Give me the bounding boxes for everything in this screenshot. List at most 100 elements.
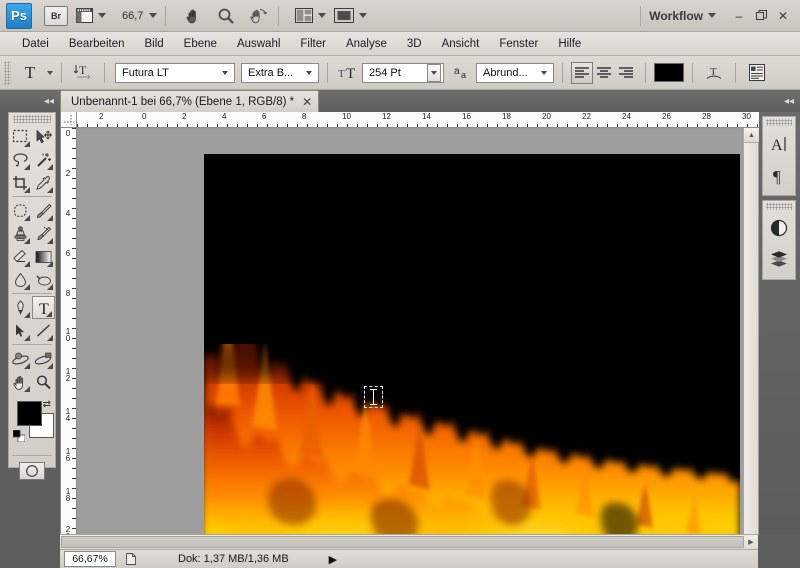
tool-magic-wand[interactable] bbox=[32, 148, 55, 171]
launch-bridge-button[interactable]: Br bbox=[44, 5, 68, 26]
tool-flyout-indicator[interactable] bbox=[47, 284, 53, 290]
font-family-select[interactable]: Futura LT bbox=[115, 62, 235, 83]
paragraph-panel-button[interactable]: ¶ bbox=[763, 160, 795, 192]
tool-eyedropper[interactable] bbox=[32, 171, 55, 194]
tool-flyout-indicator[interactable] bbox=[24, 386, 30, 392]
restore-button[interactable] bbox=[750, 5, 772, 27]
status-expand-button[interactable]: ▶ bbox=[329, 553, 337, 566]
tool-3d-orbit[interactable] bbox=[32, 347, 55, 370]
tool-3d-rotate[interactable] bbox=[9, 347, 32, 370]
tool-hand[interactable] bbox=[9, 370, 32, 393]
workspace-switcher[interactable]: Workflow bbox=[649, 9, 716, 23]
tool-path-selection[interactable] bbox=[9, 319, 32, 342]
status-info-icon[interactable] bbox=[120, 551, 142, 567]
canvas-scroll-area[interactable] bbox=[78, 129, 759, 535]
adjust-layers-gripper[interactable] bbox=[766, 203, 792, 210]
toolbox-gripper[interactable] bbox=[13, 115, 51, 123]
tool-flyout-indicator[interactable] bbox=[46, 311, 52, 317]
tool-clone-stamp[interactable] bbox=[9, 222, 32, 245]
align-left-button[interactable] bbox=[571, 61, 593, 84]
menu-fenster[interactable]: Fenster bbox=[489, 34, 548, 54]
font-family-chevron-down-icon[interactable] bbox=[218, 70, 232, 75]
collapse-right-dock-button[interactable]: ◂◂ bbox=[758, 90, 800, 112]
antialias-chevron-down-icon[interactable] bbox=[537, 70, 551, 75]
tool-dodge[interactable] bbox=[32, 268, 55, 291]
tool-crop[interactable] bbox=[9, 171, 32, 194]
tool-flyout-indicator[interactable] bbox=[47, 335, 53, 341]
tool-zoom[interactable] bbox=[32, 370, 55, 393]
document-tab[interactable]: Unbenannt-1 bei 66,7% (Ebene 1, RGB/8) *… bbox=[60, 90, 320, 112]
align-center-button[interactable] bbox=[593, 62, 615, 84]
tool-flyout-indicator[interactable] bbox=[24, 141, 30, 147]
align-right-button[interactable] bbox=[615, 62, 637, 84]
tool-type[interactable]: T bbox=[32, 296, 55, 319]
options-bar-gripper[interactable] bbox=[4, 60, 11, 85]
zoom-chevron-down-icon[interactable] bbox=[149, 13, 158, 18]
tool-blur[interactable] bbox=[9, 268, 32, 291]
font-size-chevron-down-icon[interactable] bbox=[427, 63, 441, 82]
font-style-select[interactable]: Extra B... bbox=[241, 62, 319, 83]
minimize-button[interactable]: – bbox=[728, 5, 750, 27]
tool-preset-chevron-down-icon[interactable] bbox=[47, 70, 53, 75]
horizontal-ruler[interactable]: 2 0 2 4 6 8 10 12 14 16 18 20 22 24 26 2… bbox=[77, 112, 759, 128]
layers-panel-button[interactable] bbox=[763, 244, 795, 276]
scroll-right-button[interactable]: ▶ bbox=[744, 535, 758, 549]
adjustments-panel-button[interactable] bbox=[763, 212, 795, 244]
toggle-text-orientation-button[interactable]: T bbox=[70, 61, 96, 85]
zoom-tool-button[interactable] bbox=[214, 4, 238, 28]
tool-gradient[interactable] bbox=[32, 245, 55, 268]
tool-flyout-indicator[interactable] bbox=[24, 187, 30, 193]
vertical-ruler[interactable]: 0 2 4 6 8 10 12 14 16 18 20 bbox=[61, 128, 77, 535]
screen-mode-chevron-down-icon[interactable] bbox=[359, 13, 368, 18]
tool-flyout-indicator[interactable] bbox=[24, 261, 30, 267]
menu-auswahl[interactable]: Auswahl bbox=[227, 34, 290, 54]
foreground-color-swatch[interactable] bbox=[17, 401, 42, 426]
tool-move[interactable] bbox=[32, 125, 55, 148]
zoom-level-value[interactable]: 66,7 bbox=[122, 10, 143, 22]
tool-flyout-indicator[interactable] bbox=[47, 363, 53, 369]
view-extras-chevron-down-icon[interactable] bbox=[98, 13, 106, 18]
h-scroll-thumb[interactable] bbox=[61, 536, 744, 548]
text-color-swatch[interactable] bbox=[654, 63, 684, 82]
close-button[interactable]: ✕ bbox=[772, 5, 794, 27]
menu-datei[interactable]: Datei bbox=[12, 34, 59, 54]
tool-healing-brush[interactable] bbox=[9, 199, 32, 222]
view-extras-button[interactable] bbox=[76, 4, 106, 28]
tool-flyout-indicator[interactable] bbox=[47, 164, 53, 170]
photoshop-logo-icon[interactable]: Ps bbox=[6, 2, 32, 29]
menu-analyse[interactable]: Analyse bbox=[336, 34, 397, 54]
document-tab-close-icon[interactable]: ✕ bbox=[302, 95, 312, 109]
tool-marquee[interactable] bbox=[9, 125, 32, 148]
screen-mode-button[interactable] bbox=[334, 4, 368, 28]
quick-mask-toggle-button[interactable] bbox=[19, 462, 45, 480]
menu-ebene[interactable]: Ebene bbox=[174, 34, 227, 54]
menu-bearbeiten[interactable]: Bearbeiten bbox=[59, 34, 135, 54]
tool-flyout-indicator[interactable] bbox=[24, 215, 30, 221]
arrange-documents-button[interactable] bbox=[295, 4, 327, 28]
collapse-left-dock-button[interactable]: ◂◂ bbox=[0, 90, 60, 112]
tool-eraser[interactable] bbox=[9, 245, 32, 268]
font-size-select[interactable]: 254 Pt bbox=[362, 62, 444, 83]
hand-tool-button[interactable] bbox=[182, 4, 206, 28]
menu-bild[interactable]: Bild bbox=[134, 34, 173, 54]
tool-flyout-indicator[interactable] bbox=[47, 261, 53, 267]
tool-flyout-indicator[interactable] bbox=[47, 238, 53, 244]
tool-flyout-indicator[interactable] bbox=[24, 363, 30, 369]
scroll-up-button[interactable]: ▲ bbox=[744, 128, 759, 143]
tool-flyout-indicator[interactable] bbox=[24, 284, 30, 290]
tool-history-brush[interactable] bbox=[32, 222, 55, 245]
tool-flyout-indicator[interactable] bbox=[47, 187, 53, 193]
default-colors-icon[interactable] bbox=[12, 429, 26, 443]
warp-text-button[interactable]: T bbox=[701, 61, 727, 85]
menu-hilfe[interactable]: Hilfe bbox=[548, 34, 591, 54]
tool-flyout-indicator[interactable] bbox=[24, 335, 30, 341]
arrange-chevron-down-icon[interactable] bbox=[318, 13, 327, 18]
menu-ansicht[interactable]: Ansicht bbox=[432, 34, 490, 54]
tool-flyout-indicator[interactable] bbox=[24, 238, 30, 244]
type-panel-gripper[interactable] bbox=[766, 119, 792, 126]
tool-flyout-indicator[interactable] bbox=[47, 215, 53, 221]
tool-lasso[interactable] bbox=[9, 148, 32, 171]
character-panel-button[interactable]: A bbox=[763, 128, 795, 160]
workspace-chevron-down-icon[interactable] bbox=[708, 13, 716, 18]
tool-line-shape[interactable] bbox=[32, 319, 55, 342]
